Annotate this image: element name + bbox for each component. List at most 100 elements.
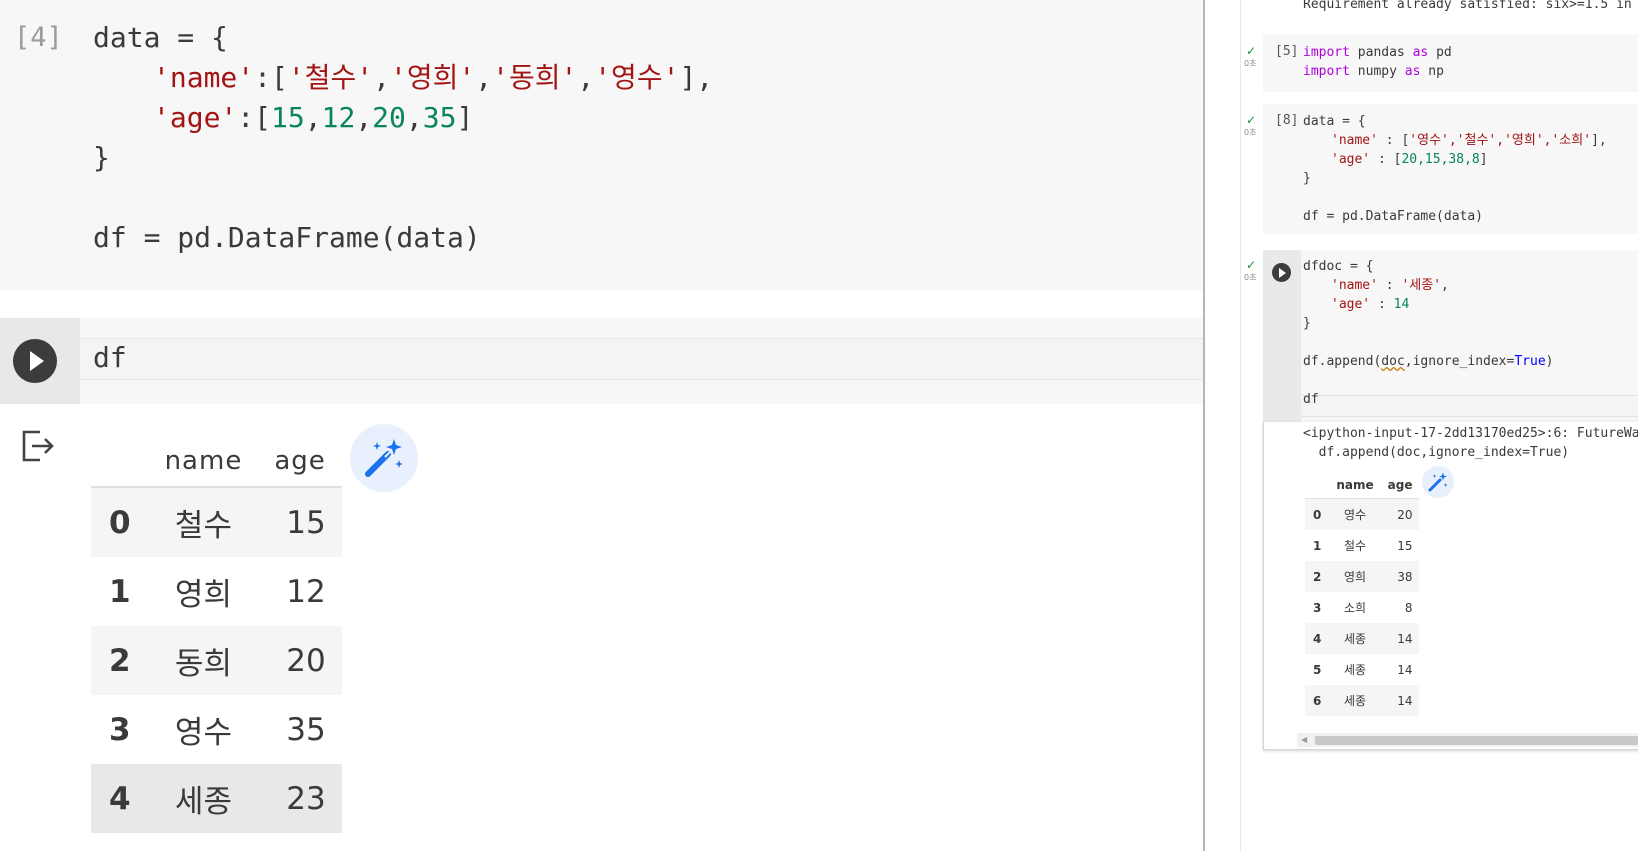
cell-age: 14 (1380, 685, 1420, 716)
column-header: name (148, 436, 259, 488)
cell-age: 14 (1397, 662, 1413, 677)
cell-prompt: [5] (1275, 44, 1299, 59)
cell-age: 38 (1380, 561, 1420, 592)
cell-age: 12 (286, 573, 326, 610)
table-row: 2 동희 20 (91, 626, 342, 695)
code-line: data = { (1303, 114, 1366, 129)
warning-line: <ipython-input-17-2dd13170ed25>:6: Futur… (1303, 426, 1638, 441)
row-index: 4 (1305, 623, 1330, 654)
code-line: } (1303, 171, 1311, 186)
cell-name: 영희 (174, 577, 232, 613)
column-header: age (1380, 472, 1420, 499)
run-cell-button[interactable] (1272, 263, 1291, 282)
index-header (1305, 472, 1330, 499)
scroll-left-icon[interactable]: ◀ (1301, 735, 1307, 744)
cell-age: 23 (258, 764, 342, 833)
table-header-row: name age (1305, 472, 1420, 499)
code-editor-line[interactable] (1301, 395, 1638, 417)
code-line: 'name' : '세종', (1331, 278, 1449, 293)
code-line: } (93, 141, 110, 174)
code-line: import numpy as np (1303, 64, 1444, 79)
table-row: 5 세종 14 (1305, 654, 1419, 685)
code-line: 'age' : [20,15,38,8] (1331, 152, 1488, 167)
row-index: 1 (1313, 538, 1322, 553)
pip-output-line: Requirement already satisfied: six>=1.5 … (1303, 0, 1638, 12)
index-header (91, 436, 149, 488)
row-index: 0 (91, 487, 149, 557)
table-row: 3 소희 8 (1305, 592, 1419, 623)
code-line: 'age':[15,12,20,35] (153, 101, 474, 134)
code-line: 'name' : ['영수','철수','영희','소희'], (1331, 133, 1607, 148)
table-header-row: name age (91, 436, 342, 488)
run-gutter (0, 318, 80, 404)
table-row: 2 영희 38 (1305, 561, 1420, 592)
success-check-icon: ✓ (1246, 258, 1257, 272)
code-line: df = pd.DataFrame(data) (93, 221, 481, 254)
dataframe-table: name age 0 철수 15 1 영희 12 2 동희 20 3 영수 35… (91, 436, 342, 833)
magic-wand-icon (365, 439, 403, 477)
row-index: 0 (1305, 498, 1330, 530)
code-line: 'age' : 14 (1331, 297, 1410, 312)
row-index: 2 (91, 626, 149, 695)
output-redirect-icon[interactable] (20, 428, 56, 464)
cell-name: 소희 (1343, 601, 1367, 615)
cell-prompt: [4] (14, 22, 63, 53)
cell-name: 영수 (174, 715, 232, 751)
row-index: 3 (109, 711, 131, 748)
row-index: 2 (1305, 561, 1330, 592)
row-index: 1 (109, 573, 131, 610)
cell-age: 20 (258, 626, 342, 695)
column-header: name (1329, 472, 1381, 499)
cell-name: 세종 (1343, 663, 1367, 677)
exec-time: 0초 (1244, 59, 1257, 68)
cell-age: 14 (1380, 623, 1420, 654)
cell-name: 동희 (148, 626, 259, 695)
cell-name: 세종 (1329, 685, 1381, 716)
cell-name: 철수 (1343, 539, 1367, 553)
code-line: df = pd.DataFrame(data) (1303, 209, 1484, 224)
zoomed-notebook-pane: [4] data = { 'name':['철수','영희','동희','영수'… (0, 0, 1203, 851)
code-line: df (93, 341, 127, 374)
warning-line: df.append(doc,ignore_index=True) (1303, 445, 1570, 460)
code-line: import pandas as pd (1303, 45, 1452, 60)
table-row: 1 철수 15 (1305, 530, 1419, 561)
column-header: age (258, 436, 342, 488)
code-cell-df[interactable]: df (0, 318, 1203, 404)
code-line: df (1303, 392, 1319, 407)
table-row: 4 세종 23 (91, 764, 342, 833)
code-cell-4[interactable]: [4] data = { 'name':['철수','영희','동희','영수'… (0, 0, 1203, 290)
row-index: 5 (1313, 662, 1322, 677)
scrollbar-thumb[interactable] (1315, 736, 1638, 745)
cell-separator (0, 290, 1203, 318)
magic-wand-button[interactable] (1422, 466, 1454, 498)
cell-age: 15 (258, 487, 342, 557)
success-check-icon: ✓ (1246, 113, 1257, 127)
magic-wand-button[interactable] (350, 424, 418, 492)
code-line: data = { (93, 21, 228, 54)
notebook-overview-pane: Requirement already satisfied: six>=1.5 … (1205, 0, 1638, 851)
gutter-line (1240, 0, 1241, 851)
magic-wand-icon (1428, 472, 1448, 492)
horizontal-scrollbar[interactable]: ◀ (1297, 733, 1638, 747)
row-index: 4 (91, 764, 149, 833)
cell-age: 8 (1404, 600, 1413, 615)
code-line: df.append(doc,ignore_index=True) (1303, 354, 1554, 369)
cell-name: 세종 (148, 764, 259, 833)
table-row: 1 영희 12 (91, 557, 342, 626)
cell-name: 영수 (1329, 498, 1381, 530)
table-row: 0 철수 15 (91, 487, 342, 557)
cell-name: 영희 (1329, 561, 1381, 592)
dataframe-table-small: name age 0 영수 20 1 철수 15 2 영희 38 3 소희 8 4 세종 14 5세… (1305, 472, 1420, 716)
table-row: 6 세종 14 (1305, 685, 1420, 716)
cell-prompt: [8] (1275, 113, 1299, 128)
cell-name: 세종 (1329, 623, 1381, 654)
row-index: 3 (1313, 600, 1322, 615)
run-cell-button[interactable] (13, 339, 57, 383)
exec-time: 0초 (1244, 273, 1257, 282)
code-editor[interactable]: df (80, 338, 1203, 380)
exec-time: 0초 (1244, 128, 1257, 137)
table-row: 4 세종 14 (1305, 623, 1420, 654)
table-row: 3 영수 35 (91, 695, 342, 764)
cell-age: 20 (1380, 498, 1420, 530)
cell-age: 35 (286, 711, 326, 748)
